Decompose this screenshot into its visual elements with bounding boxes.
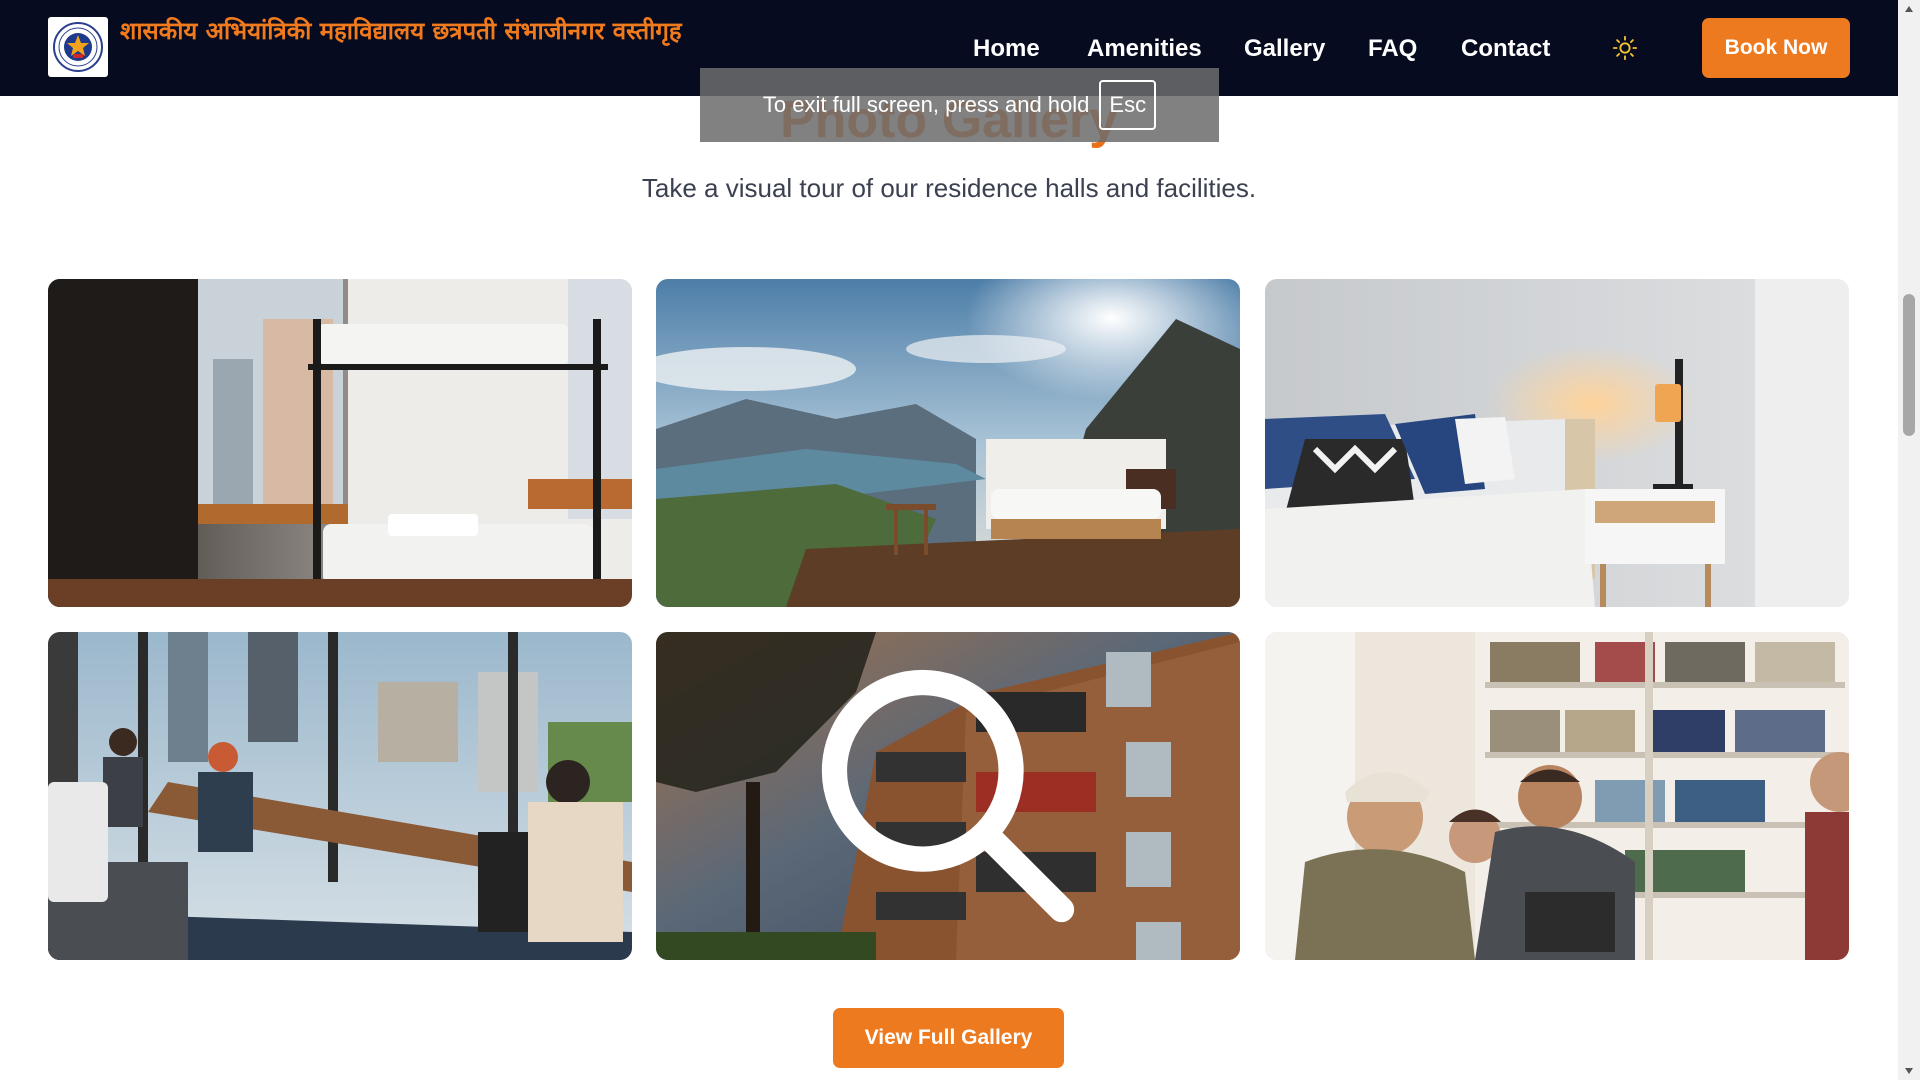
bedroom-lamp-photo [1265,279,1849,607]
coworking-space-photo [48,632,632,960]
gallery-item-dorm-room[interactable] [48,279,632,607]
scroll-thumb[interactable] [1903,294,1915,436]
scroll-up-arrow-icon[interactable] [1898,0,1920,18]
gallery-item-library[interactable] [1265,632,1849,960]
nav-gallery[interactable]: Gallery [1244,34,1325,64]
page: Photo Gallery Take a visual tour of our … [0,0,1920,1080]
college-logo[interactable] [48,17,108,77]
fullscreen-exit-notice: To exit full screen, press and hold Esc [700,68,1219,142]
nav-amenities[interactable]: Amenities [1087,34,1202,64]
esc-key-badge: Esc [1099,80,1157,130]
site-title[interactable]: शासकीय अभियांत्रिकी महाविद्यालय छत्रपती … [120,16,720,47]
search-icon [821,669,1075,923]
bunk-bed-dorm-photo [48,279,632,607]
fullscreen-notice-text: To exit full screen, press and hold [762,92,1090,117]
gallery-subtitle: Take a visual tour of our residence hall… [641,173,1257,203]
scroll-down-arrow-icon[interactable] [1898,1062,1920,1080]
page-scrollbar[interactable] [1898,0,1920,1080]
gallery-item-bedroom[interactable] [1265,279,1849,607]
theme-toggle-button[interactable] [1611,34,1639,62]
gallery-item-mountain-bedroom[interactable] [656,279,1240,607]
students-library-photo [1265,632,1849,960]
gallery-item-workspace[interactable] [48,632,632,960]
nav-faq[interactable]: FAQ [1368,34,1417,64]
nav-contact[interactable]: Contact [1461,34,1550,64]
mountain-lake-bedroom-photo [656,279,1240,607]
book-now-button[interactable]: Book Now [1702,18,1850,78]
sun-icon [1612,35,1638,61]
nav-home[interactable]: Home [973,34,1040,64]
gallery-item-building[interactable] [656,632,1240,960]
view-full-gallery-button[interactable]: View Full Gallery [833,1008,1064,1068]
emblem-icon [53,22,103,72]
